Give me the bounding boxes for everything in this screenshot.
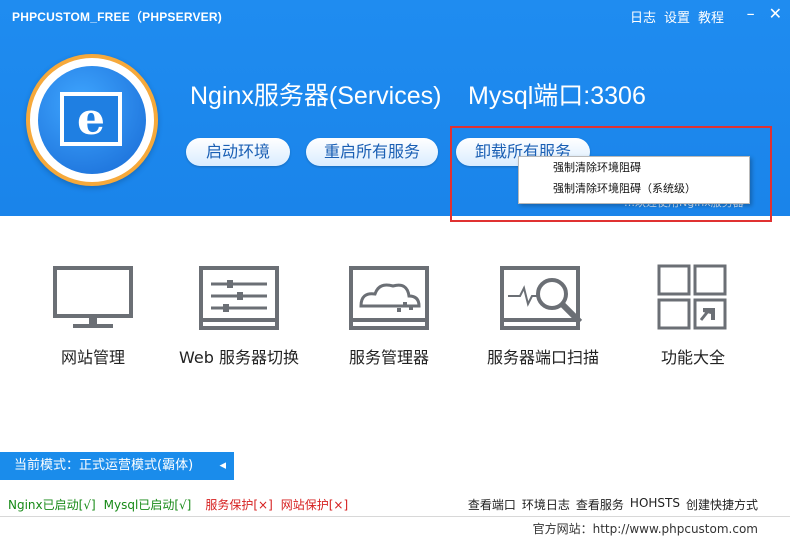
menu-settings[interactable]: 设置 — [664, 7, 690, 26]
tool-web-server-switch[interactable]: Web 服务器切换 — [174, 262, 304, 367]
site-protect-status[interactable]: 网站保护[×] — [281, 496, 348, 513]
footer-divider — [0, 516, 790, 517]
tool-label: 网站管理 — [60, 348, 125, 367]
menu-log[interactable]: 日志 — [630, 7, 656, 26]
sliders-icon — [199, 266, 279, 330]
tool-label: 服务管理器 — [348, 348, 429, 367]
link-view-services[interactable]: 查看服务 — [576, 496, 624, 513]
monitor-icon — [53, 266, 133, 328]
status-row: Nginx已启动[√] Mysql已启动[√] 服务保护[×] 网站保护[×] — [8, 496, 348, 513]
cloud-server-icon — [349, 266, 429, 330]
top-menu: 日志 设置 教程 — [630, 7, 724, 26]
server-title: Nginx服务器(Services) — [190, 82, 442, 110]
tool-label: 服务器端口扫描 — [486, 348, 599, 367]
tool-label: Web 服务器切换 — [179, 348, 299, 367]
dropdown-item-force-clear[interactable]: 强制清除环境阻碍 — [519, 157, 749, 178]
tool-port-scan[interactable]: 服务器端口扫描 — [478, 262, 608, 367]
nginx-status: Nginx已启动[√] — [8, 498, 96, 512]
window-controls: – ✕ — [747, 4, 782, 23]
service-protect-status[interactable]: 服务保护[×] — [205, 496, 272, 513]
quick-links: 查看端口 环境日志 查看服务 HOHSTS 创建快捷方式 — [468, 496, 758, 513]
close-icon[interactable]: ✕ — [769, 4, 782, 23]
tool-site-management[interactable]: 网站管理 — [28, 262, 158, 367]
app-title: PHPCUSTOM_FREE（PHPSERVER) — [12, 10, 222, 24]
logo-inner: e — [38, 66, 146, 174]
minimize-icon[interactable]: – — [747, 4, 755, 23]
dropdown-item-force-clear-system[interactable]: 强制清除环境阻碍（系统级） — [519, 178, 749, 199]
link-env-log[interactable]: 环境日志 — [522, 496, 570, 513]
tool-all-features[interactable]: 功能大全 — [628, 262, 758, 367]
menu-tutorial[interactable]: 教程 — [698, 7, 724, 26]
link-hosts[interactable]: HOHSTS — [630, 496, 680, 513]
tool-label: 功能大全 — [660, 348, 725, 367]
mysql-port-label: Mysql端口:3306 — [468, 82, 646, 110]
uninstall-dropdown-menu: 强制清除环境阻碍 强制清除环境阻碍（系统级） — [518, 156, 750, 204]
start-env-button[interactable]: 启动环境 — [186, 138, 290, 166]
tool-service-manager[interactable]: 服务管理器 — [324, 262, 454, 367]
tools-row: 网站管理 Web 服务器切换 服务管理器 服务器端口扫描 功能大全 — [0, 262, 790, 372]
collapse-arrow-icon[interactable]: ◂ — [219, 452, 226, 480]
link-create-shortcut[interactable]: 创建快捷方式 — [686, 496, 758, 513]
browser-e-icon: e — [60, 92, 122, 146]
scan-icon — [500, 266, 583, 330]
grid-icon — [657, 264, 727, 330]
link-view-ports[interactable]: 查看端口 — [468, 496, 516, 513]
mode-label: 当前模式：正式运营模式(霸体) — [14, 458, 194, 473]
restart-services-button[interactable]: 重启所有服务 — [306, 138, 438, 166]
official-website-link[interactable]: 官方网站：http://www.phpcustom.com — [533, 520, 758, 537]
app-logo: e — [26, 54, 158, 186]
mysql-status: Mysql已启动[√] — [103, 498, 192, 512]
mode-bar[interactable]: 当前模式：正式运营模式(霸体) ◂ — [0, 452, 234, 480]
